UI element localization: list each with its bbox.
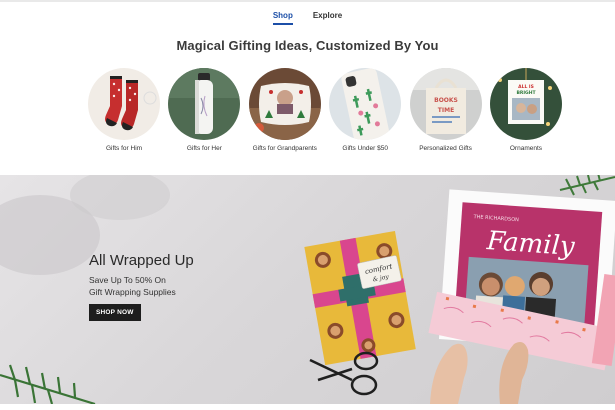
ornament-image: ALL IS BRIGHT xyxy=(489,68,562,140)
category-label: Gifts for Her xyxy=(186,145,222,152)
tote-text-line1: BOOKS xyxy=(434,97,458,104)
category-label: Gifts Under $50 xyxy=(342,145,388,152)
ornament-text-line1: ALL IS xyxy=(518,84,534,90)
tote-bag-image: BOOKS TIME xyxy=(409,68,482,140)
hero-banner[interactable]: THE RICHARDSON Family comfort & joy All … xyxy=(0,175,615,404)
category-personalized-gifts[interactable]: BOOKS TIME Personalized Gifts xyxy=(407,68,485,152)
socks-image xyxy=(88,68,160,140)
category-label: Gifts for Grandparents xyxy=(252,145,317,152)
category-label: Personalized Gifts xyxy=(419,145,472,152)
bottom-divider xyxy=(0,404,615,410)
tab-explore[interactable]: Explore xyxy=(313,11,342,25)
card-title: Family xyxy=(485,226,576,262)
hero-subtitle-line2: Gift Wrapping Supplies xyxy=(89,287,176,297)
category-gifts-for-her[interactable]: Gifts for Her xyxy=(165,68,243,152)
gift-categories: Gifts for Him Gifts for Her Gifts for Gr… xyxy=(85,68,565,152)
top-divider xyxy=(0,0,615,2)
pillow-image xyxy=(248,68,321,140)
hero-subtitle-line1: Save Up To 50% On xyxy=(89,275,166,285)
shop-now-button[interactable]: SHOP NOW xyxy=(89,304,141,321)
page-headline: Magical Gifting Ideas, Customized By You xyxy=(176,38,439,53)
category-label: Gifts for Him xyxy=(105,145,143,152)
tab-shop[interactable]: Shop xyxy=(272,11,293,25)
category-gifts-under-50[interactable]: Gifts Under $50 xyxy=(326,68,404,152)
phone-case-image xyxy=(329,68,402,140)
hero-title: All Wrapped Up xyxy=(89,252,194,269)
category-ornaments[interactable]: ALL IS BRIGHT Ornaments xyxy=(487,68,565,152)
water-bottle-image xyxy=(168,68,241,140)
hero-copy: All Wrapped Up Save Up To 50% On Gift Wr… xyxy=(89,252,194,321)
hero-subtitle: Save Up To 50% On Gift Wrapping Supplies xyxy=(89,274,194,298)
category-label: Ornaments xyxy=(509,145,543,152)
tote-text-line2: TIME xyxy=(437,107,453,114)
ornament-text-line2: BRIGHT xyxy=(516,90,536,96)
category-gifts-for-grandparents[interactable]: Gifts for Grandparents xyxy=(246,68,324,152)
category-gifts-for-him[interactable]: Gifts for Him xyxy=(85,68,163,152)
shop-explore-tabs: Shop Explore xyxy=(0,11,615,25)
